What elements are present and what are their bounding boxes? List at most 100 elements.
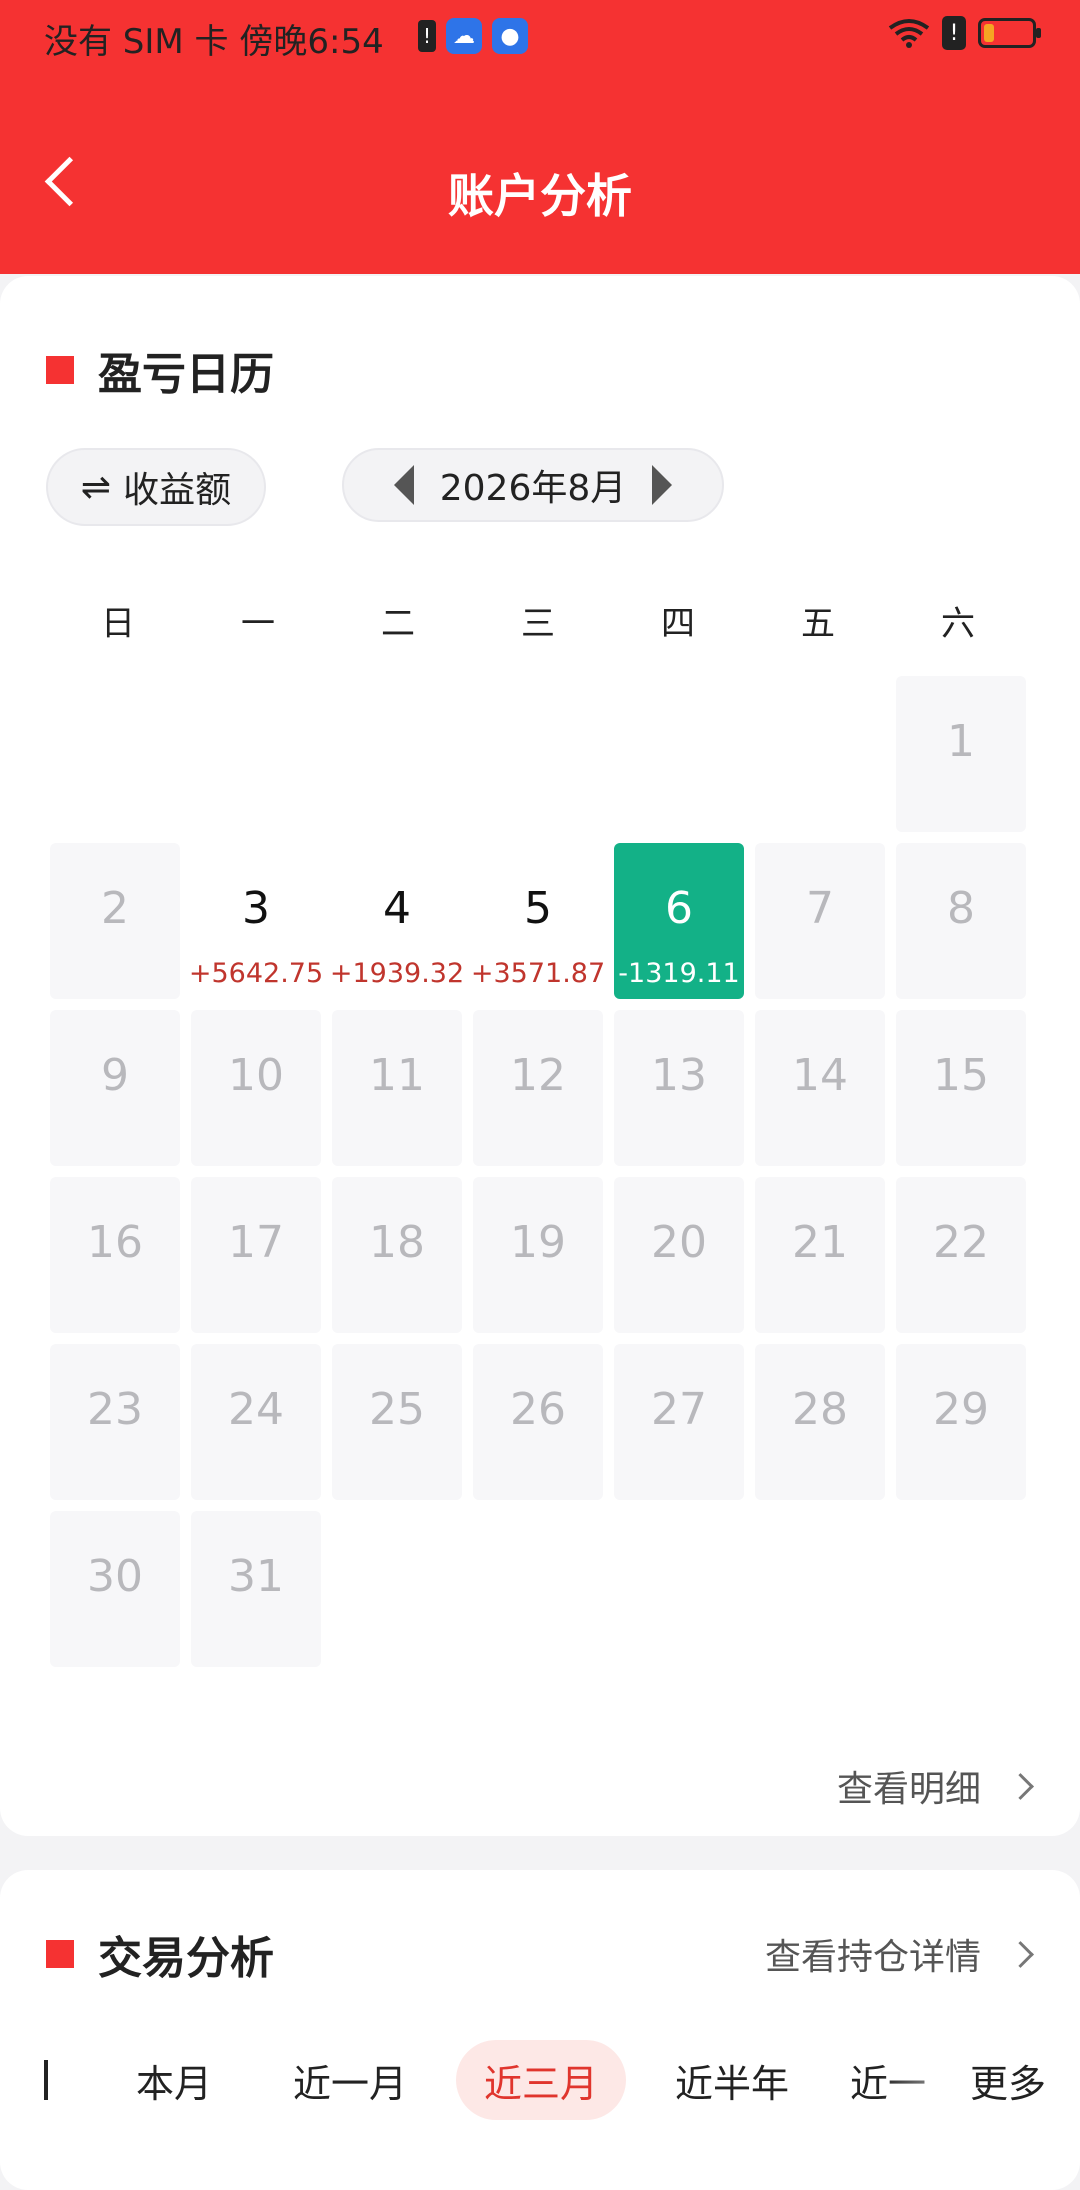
calendar-day-cell[interactable]: 1 xyxy=(896,676,1026,832)
weekday-label: 四 xyxy=(661,604,695,644)
calendar-day-cell[interactable]: 29 xyxy=(896,1344,1026,1500)
period-tabs: 本月 近一月 近三月 近半年 近一 更多 xyxy=(0,2040,1080,2120)
calendar-day-cell[interactable]: 4 +1939.32 xyxy=(330,843,464,999)
trade-section-header: 交易分析 xyxy=(46,1922,274,1986)
calendar-day-cell[interactable]: 27 xyxy=(614,1344,744,1500)
calendar-empty-cell xyxy=(50,676,180,832)
calendar-day-number: 5 xyxy=(524,883,552,934)
calendar-day-pnl: -1319.11 xyxy=(618,958,740,989)
view-detail-label: 查看明细 xyxy=(836,1769,981,1810)
calendar-day-cell[interactable]: 11 xyxy=(332,1010,462,1166)
calendar-day-number: 6 xyxy=(665,883,693,934)
status-text: 没有 SIM 卡 傍晚6:54 xyxy=(44,22,384,62)
calendar-day-cell[interactable]: 15 xyxy=(896,1010,1026,1166)
calendar-day-cell[interactable]: 13 xyxy=(614,1010,744,1166)
position-detail-link[interactable]: 查看持仓详情 xyxy=(764,1928,1034,1980)
calendar-day-cell[interactable]: 31 xyxy=(191,1511,321,1667)
calendar-day-cell[interactable]: 26 xyxy=(473,1344,603,1500)
calendar-day-cell[interactable]: 20 xyxy=(614,1177,744,1333)
calendar-day-cell[interactable]: 24 xyxy=(191,1344,321,1500)
calendar-day-cell[interactable]: 8 xyxy=(896,843,1026,999)
alert-icon: ! xyxy=(418,20,436,52)
alert-icon: ! xyxy=(942,16,966,50)
calendar-day-number: 13 xyxy=(651,1050,707,1101)
weekday-label: 二 xyxy=(381,604,415,644)
tab-this-month[interactable]: 本月 xyxy=(104,2040,244,2120)
month-label: 2026年8月 xyxy=(439,468,627,509)
calendar-section-title: 盈亏日历 xyxy=(98,349,274,400)
calendar-day-cell[interactable]: 12 xyxy=(473,1010,603,1166)
calendar-day-cell[interactable]: 9 xyxy=(50,1010,180,1166)
calendar-day-number: 15 xyxy=(933,1050,989,1101)
tab-last-half-year[interactable]: 近半年 xyxy=(652,2040,812,2120)
calendar-day-number: 26 xyxy=(510,1384,566,1435)
calendar-empty-cell xyxy=(191,676,321,832)
calendar-day-cell[interactable]: 2 xyxy=(50,843,180,999)
calendar-day-pnl: +3571.87 xyxy=(470,958,606,989)
page-title: 账户分析 xyxy=(448,169,632,223)
prev-month-icon[interactable] xyxy=(394,465,414,505)
calendar-day-cell[interactable]: 14 xyxy=(755,1010,885,1166)
swap-icon: ⇌ xyxy=(80,466,112,508)
calendar-day-cell[interactable]: 10 xyxy=(191,1010,321,1166)
app-header: 没有 SIM 卡 傍晚6:54 ! ☁ ● ! 账户分析 xyxy=(0,0,1080,274)
next-month-icon[interactable] xyxy=(652,465,672,505)
calendar-day-cell[interactable]: 19 xyxy=(473,1177,603,1333)
calendar-day-cell[interactable]: 7 xyxy=(755,843,885,999)
tab-last-three-months[interactable]: 近三月 xyxy=(456,2040,626,2120)
calendar-day-number: 30 xyxy=(87,1551,143,1602)
calendar-day-cell[interactable]: 17 xyxy=(191,1177,321,1333)
calendar-day-cell[interactable]: 21 xyxy=(755,1177,885,1333)
view-detail-link[interactable]: 查看明细 xyxy=(836,1760,1034,1812)
calendar-day-number: 18 xyxy=(369,1217,425,1268)
calendar-day-number: 17 xyxy=(228,1217,284,1268)
calendar-day-pnl: +5642.75 xyxy=(188,958,324,989)
calendar-day-pnl: +1939.32 xyxy=(329,958,465,989)
calendar-day-number: 22 xyxy=(933,1217,989,1268)
tab-last-month[interactable]: 近一月 xyxy=(270,2040,430,2120)
calendar-day-number: 16 xyxy=(87,1217,143,1268)
battery-icon xyxy=(978,18,1041,48)
calendar-day-cell[interactable]: 16 xyxy=(50,1177,180,1333)
section-marker-icon xyxy=(46,356,74,384)
calendar-grid: 1 2 3 +5642.75 4 +1939.32 5 +3571.87 6 -1319.11 7 8… xyxy=(50,676,1030,1667)
calendar-day-cell[interactable]: 23 xyxy=(50,1344,180,1500)
calendar-day-cell[interactable]: 28 xyxy=(755,1344,885,1500)
trade-section-title: 交易分析 xyxy=(98,1933,274,1984)
calendar-day-cell[interactable]: 30 xyxy=(50,1511,180,1667)
calendar-empty-cell xyxy=(332,676,462,832)
calendar-day-cell[interactable]: 6 -1319.11 xyxy=(614,843,744,999)
metric-toggle-label: 收益额 xyxy=(123,470,232,511)
calendar-day-cell[interactable]: 25 xyxy=(332,1344,462,1500)
calendar-day-number: 10 xyxy=(228,1050,284,1101)
calendar-day-cell[interactable]: 5 +3571.87 xyxy=(471,843,605,999)
calendar-day-number: 12 xyxy=(510,1050,566,1101)
calendar-day-number: 24 xyxy=(228,1384,284,1435)
calendar-day-number: 20 xyxy=(651,1217,707,1268)
chevron-right-icon xyxy=(1007,1940,1034,1968)
calendar-day-number: 19 xyxy=(510,1217,566,1268)
calendar-day-cell[interactable]: 22 xyxy=(896,1177,1026,1333)
tab-scroll-edge xyxy=(44,2060,48,2100)
weekday-label: 三 xyxy=(521,604,555,644)
calendar-empty-cell xyxy=(614,676,744,832)
calendar-day-number: 28 xyxy=(792,1384,848,1435)
calendar-day-cell[interactable]: 18 xyxy=(332,1177,462,1333)
calendar-day-number: 9 xyxy=(101,1050,129,1101)
status-system-icons: ! xyxy=(888,16,1041,50)
calendar-day-cell[interactable]: 3 +5642.75 xyxy=(189,843,323,999)
calendar-day-number: 14 xyxy=(792,1050,848,1101)
calendar-day-number: 27 xyxy=(651,1384,707,1435)
calendar-day-number: 31 xyxy=(228,1551,284,1602)
calendar-day-number: 25 xyxy=(369,1384,425,1435)
calendar-day-number: 23 xyxy=(87,1384,143,1435)
calendar-day-number: 11 xyxy=(369,1050,425,1101)
chevron-right-icon xyxy=(1007,1772,1034,1800)
weekday-header: 日 一 二 三 四 五 六 xyxy=(48,596,1028,645)
position-detail-label: 查看持仓详情 xyxy=(764,1937,981,1978)
metric-toggle-button[interactable]: ⇌ 收益额 xyxy=(46,448,266,526)
calendar-day-number: 7 xyxy=(806,883,834,934)
calendar-section-header: 盈亏日历 xyxy=(46,338,274,402)
tab-more[interactable]: 更多 xyxy=(948,2040,1068,2120)
weekday-label: 一 xyxy=(241,604,275,644)
